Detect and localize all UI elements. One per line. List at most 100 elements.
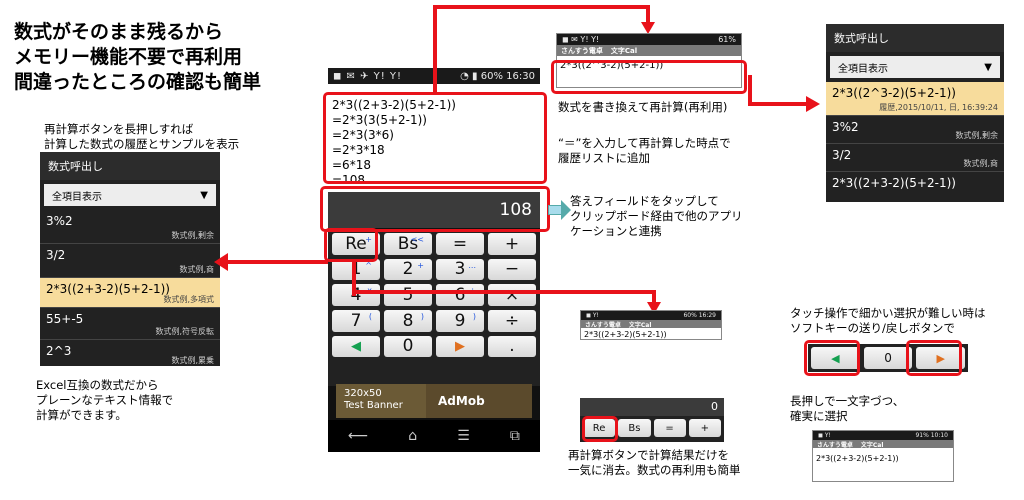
- app-name: さんすう電卓: [561, 46, 603, 55]
- menu-icon[interactable]: ☰: [457, 428, 470, 444]
- home-icon[interactable]: ⌂: [408, 428, 417, 444]
- key-8[interactable]: 8): [384, 309, 432, 332]
- expression-field[interactable]: 2*3((2+3-2)(5+2-1)): [581, 328, 721, 341]
- multiply-button[interactable]: ×: [488, 284, 536, 306]
- key-label: 5: [402, 285, 414, 306]
- backspace-button[interactable]: Bs <<: [384, 233, 432, 255]
- divide-button[interactable]: ÷: [488, 309, 536, 332]
- status-right: 60% 16:29: [683, 312, 716, 319]
- key-sub: ^: [365, 260, 372, 270]
- key-label: =: [452, 233, 468, 254]
- ad-test-text: Test Banner: [344, 400, 403, 411]
- note-answer-line-3: ケーションと連携: [570, 224, 662, 238]
- app-name: さんすう電卓: [817, 441, 853, 449]
- expression-field[interactable]: 2*3((2+3-2)(5+2-1)): [813, 448, 953, 469]
- history-expr: 3%2: [832, 120, 859, 134]
- history-meta: 履歴,2015/10/11, 日, 16:39:24: [879, 103, 998, 112]
- headline-line-1: 数式がそのまま残るから: [14, 21, 224, 43]
- left-panel-filter-label: 全項目表示: [52, 191, 102, 203]
- answer-field[interactable]: 0: [580, 398, 724, 416]
- list-item[interactable]: 55+-5 数式例,符号反転: [40, 308, 220, 340]
- note-longpress-line-1: 長押しで一文字づつ、: [790, 394, 905, 408]
- list-item[interactable]: 3/2 数式例,商: [40, 244, 220, 278]
- note-history: 再計算ボタンを長押しすれば 計算した数式の履歴とサンプルを表示: [44, 122, 239, 152]
- ad-banner[interactable]: 320x50 Test Banner AdMob: [336, 384, 532, 418]
- key-7[interactable]: 7(: [332, 309, 380, 332]
- history-expr: 3/2: [832, 148, 852, 162]
- list-item[interactable]: 3/2 数式例,商: [826, 144, 1004, 172]
- highlight-rewrite: [551, 60, 747, 94]
- key-6[interactable]: 6÷: [436, 284, 484, 306]
- connector-line: [224, 260, 328, 264]
- right-panel-title: 数式呼出し: [826, 24, 1004, 52]
- ad-size-text: 320x50: [344, 388, 382, 399]
- ad-test-label: 320x50 Test Banner: [336, 384, 426, 418]
- battery-percent: 60%: [480, 70, 503, 82]
- cursor-right-button[interactable]: ▶: [436, 335, 484, 358]
- left-history-panel: 数式呼出し 全項目表示 ▼ 3%2 数式例,剰余 3/2 数式例,商 2*3((…: [40, 152, 220, 366]
- status-right: ◔ ▮ 60% 16:30: [460, 71, 535, 82]
- key-label: 0: [402, 336, 414, 357]
- app-name: さんすう電卓: [585, 321, 621, 329]
- list-item[interactable]: 2*3((2+3-2)(5+2-1)): [826, 172, 1004, 200]
- mini-status-bar: ◼ ✉ Y! Y! 61%: [557, 34, 741, 45]
- right-panel-filter-select[interactable]: 全項目表示 ▼: [830, 56, 1000, 78]
- recent-apps-icon[interactable]: ⧉: [510, 428, 520, 444]
- key-9[interactable]: 9): [436, 309, 484, 332]
- highlight-cursor-left: [804, 340, 860, 376]
- key-label: ÷: [504, 310, 520, 331]
- note-longpress-line-2: 確実に選択: [790, 409, 848, 423]
- list-item[interactable]: 3%2 数式例,剰余: [826, 116, 1004, 144]
- arrow-head: [214, 253, 228, 271]
- note-longpress: 長押しで一文字づつ、 確実に選択: [790, 394, 904, 424]
- back-icon[interactable]: ⟵: [348, 428, 368, 444]
- key-0[interactable]: 0: [384, 335, 432, 358]
- chevron-down-icon: ▼: [200, 189, 208, 201]
- minus-button[interactable]: −: [488, 258, 536, 281]
- headline-line-3: 間違ったところの確認も簡単: [14, 71, 262, 93]
- connector-line: [433, 5, 437, 95]
- note-append: “＝”を入力して再計算した時点で 履歴リストに追加: [558, 136, 731, 166]
- battery-percent: 60%: [683, 312, 697, 319]
- decimal-button[interactable]: .: [488, 335, 536, 358]
- equals-button[interactable]: =: [436, 233, 484, 255]
- history-expr: 2^3: [46, 344, 72, 358]
- key-5[interactable]: 5−: [384, 284, 432, 306]
- list-item-selected[interactable]: 2*3((2^3-2)(5+2-1)) 履歴,2015/10/11, 日, 16…: [826, 82, 1004, 116]
- plus-button[interactable]: +: [488, 233, 536, 255]
- plus-button[interactable]: +: [688, 419, 721, 437]
- infographic: 数式がそのまま残るから メモリー機能不要で再利用 間違ったところの確認も簡単 再…: [0, 0, 1024, 500]
- left-panel-filter-select[interactable]: 全項目表示 ▼: [44, 184, 216, 206]
- battery-percent: 91%: [915, 432, 929, 439]
- app-subtitle: 文字Cal: [860, 441, 884, 449]
- key-3[interactable]: 3...: [436, 258, 484, 281]
- list-item[interactable]: 2^3 数式例,累乗: [40, 340, 220, 368]
- history-expr: 3%2: [46, 214, 73, 228]
- key-label: +: [504, 233, 520, 254]
- key-2[interactable]: 2 +: [384, 258, 432, 281]
- list-item[interactable]: 3%2 数式例,剰余: [40, 210, 220, 244]
- note-history-line-2: 計算した数式の履歴とサンプルを表示: [44, 137, 240, 151]
- highlight-recalc-small: [582, 416, 618, 442]
- list-item-selected[interactable]: 2*3((2+3-2)(5+2-1)) 数式例,多項式: [40, 278, 220, 308]
- note-answer: 答えフィールドをタップして クリップボード経由で他のアプリ ケーションと連携: [570, 194, 743, 239]
- backspace-button[interactable]: Bs: [618, 419, 651, 437]
- left-panel-title: 数式呼出し: [40, 152, 220, 180]
- history-expr: 2*3((2^3-2)(5+2-1)): [832, 86, 956, 100]
- equals-button[interactable]: =: [653, 419, 686, 437]
- note-append-line-1: “＝”を入力して再計算した時点で: [558, 136, 731, 150]
- cursor-left-button[interactable]: ◀: [332, 335, 380, 358]
- key-label: 9: [454, 310, 466, 331]
- history-meta: 数式例,剰余: [171, 231, 214, 240]
- note-touch: タッチ操作で細かい選択が難しい時は ソフトキーの送り/戻しボタンで: [790, 306, 986, 336]
- note-rewrite: 数式を書き換えて再計算(再利用): [558, 100, 727, 115]
- note-recalc: 再計算ボタンで計算結果だけを 一気に消去。数式の再利用も簡単: [568, 448, 741, 478]
- history-meta: 数式例,多項式: [163, 295, 214, 304]
- answer-arrow-body: [548, 205, 562, 215]
- note-answer-line-2: クリップボード経由で他のアプリ: [570, 209, 743, 223]
- wifi-icon: ◔: [460, 70, 469, 82]
- key-label: 2: [402, 259, 414, 280]
- key-4[interactable]: 4x: [332, 284, 380, 306]
- clock-time: 16:29: [698, 312, 716, 319]
- android-nav-bar: ⟵ ⌂ ☰ ⧉: [328, 420, 540, 452]
